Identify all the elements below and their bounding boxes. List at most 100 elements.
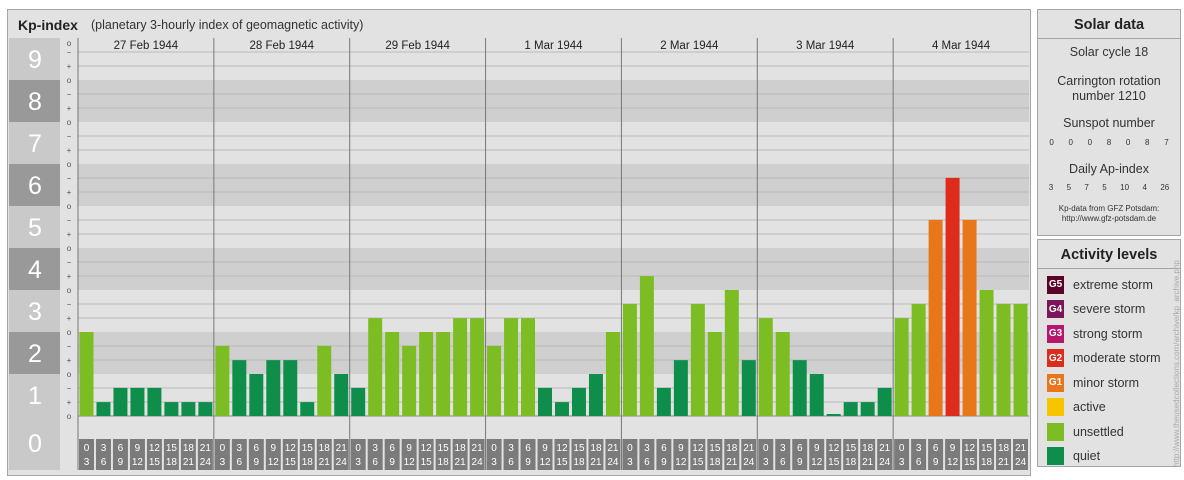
slot-label-start: 15 xyxy=(573,443,585,454)
slot-label-end: 3 xyxy=(355,457,361,468)
legend-item: active xyxy=(1047,398,1106,417)
slot-label-end: 15 xyxy=(964,457,976,468)
slot-label-end: 3 xyxy=(763,457,769,468)
minor-tick-label: + xyxy=(67,356,72,365)
y-tick-label: 7 xyxy=(28,130,42,158)
minor-tick-label: + xyxy=(67,146,72,155)
source-line1: Kp-data from GFZ Potsdam: xyxy=(1058,204,1160,213)
slot-label-end: 21 xyxy=(319,457,331,468)
slot-label-end: 12 xyxy=(947,457,959,468)
slot-label-start: 3 xyxy=(237,443,243,454)
y-tick-label: 3 xyxy=(28,298,42,326)
slot-label-end: 3 xyxy=(627,457,633,468)
slot-label-end: 3 xyxy=(220,457,226,468)
y-tick-label: 9 xyxy=(28,46,42,74)
minor-tick-label: o xyxy=(67,328,72,337)
ap-value: 5 xyxy=(1066,183,1072,192)
kp-bar xyxy=(571,387,586,416)
kp-bar xyxy=(826,414,841,416)
kp-bar xyxy=(113,387,128,416)
y-tick-label: 2 xyxy=(28,340,42,368)
kp-bar xyxy=(656,387,671,416)
slot-label-end: 9 xyxy=(389,457,395,468)
slot-label-end: 9 xyxy=(933,457,939,468)
legend-label: severe storm xyxy=(1073,302,1146,316)
slot-label-start: 15 xyxy=(845,443,857,454)
legend-item: unsettled xyxy=(1047,422,1124,441)
slot-label-start: 3 xyxy=(644,443,650,454)
slot-label-start: 21 xyxy=(743,443,755,454)
day-label: 28 Feb 1944 xyxy=(249,40,314,52)
slot-label-start: 9 xyxy=(406,443,412,454)
legend-label: strong storm xyxy=(1073,326,1143,341)
legend-label: unsettled xyxy=(1073,424,1124,439)
slot-label-end: 24 xyxy=(1015,457,1027,468)
activity-levels-panel: Activity levels G5 extreme storm G4 severe … xyxy=(1037,239,1181,467)
slot-label-start: 12 xyxy=(692,443,704,454)
sunspot-title: Sunspot number xyxy=(1063,116,1155,130)
slot-label-start: 0 xyxy=(355,443,361,454)
plot-band xyxy=(78,248,1029,290)
kp-bar xyxy=(232,360,247,416)
legend-item: G4 severe storm xyxy=(1047,300,1145,319)
legend-swatch: G1 xyxy=(1047,373,1064,392)
slot-label-start: 9 xyxy=(678,443,684,454)
slot-label-end: 6 xyxy=(780,457,786,468)
kp-bar xyxy=(164,402,179,416)
solar-data-title: Solar data xyxy=(1073,17,1145,33)
legend-item: G5 extreme storm xyxy=(1047,275,1153,294)
legend-label: quiet xyxy=(1073,449,1101,463)
kp-bar xyxy=(962,219,977,416)
minor-tick-label: + xyxy=(67,398,72,407)
slot-label-start: 6 xyxy=(389,443,395,454)
slot-label-start: 18 xyxy=(319,443,331,454)
slot-label-end: 6 xyxy=(916,457,922,468)
sunspot-value: 0 xyxy=(1087,138,1093,147)
slot-label-end: 9 xyxy=(661,457,667,468)
kp-bar xyxy=(724,290,739,416)
day-label: 3 Mar 1944 xyxy=(796,40,855,52)
plot-band xyxy=(78,164,1029,206)
slot-label-start: 9 xyxy=(950,443,956,454)
kp-bar xyxy=(351,387,366,416)
kp-bar xyxy=(775,332,790,416)
minor-tick-label: + xyxy=(67,314,72,323)
kp-bar xyxy=(588,374,603,416)
carrington-rotation-line2: number 1210 xyxy=(1072,89,1146,103)
slot-label-end: 12 xyxy=(811,457,823,468)
slot-label-end: 21 xyxy=(998,457,1010,468)
slot-label-end: 6 xyxy=(372,457,378,468)
minor-tick-label: − xyxy=(67,132,72,141)
kp-bar xyxy=(300,402,315,416)
sunspot-values: 0 0 0 8 0 8 7 xyxy=(1042,138,1176,147)
slot-label-end: 18 xyxy=(438,457,450,468)
kp-bar xyxy=(266,360,281,416)
kp-bar xyxy=(334,374,349,416)
slot-label-start: 18 xyxy=(726,443,738,454)
day-label: 27 Feb 1944 xyxy=(114,40,179,52)
legend-label: moderate storm xyxy=(1073,351,1161,365)
slot-label-end: 18 xyxy=(981,457,993,468)
legend-swatch: G5 xyxy=(1047,275,1064,294)
kp-bar xyxy=(368,318,383,416)
slot-label-end: 3 xyxy=(491,457,497,468)
kp-bar xyxy=(622,303,637,416)
day-label: 29 Feb 1944 xyxy=(385,40,450,52)
legend-swatch: G2 xyxy=(1047,349,1064,367)
minor-tick-label: o xyxy=(67,370,72,379)
slot-label-end: 24 xyxy=(743,457,755,468)
kp-bar xyxy=(419,332,434,416)
minor-tick-label: o xyxy=(67,160,72,169)
slot-label-end: 15 xyxy=(149,457,161,468)
kp-bar xyxy=(605,332,620,416)
slot-label-start: 15 xyxy=(438,443,450,454)
slot-label-start: 6 xyxy=(797,443,803,454)
kp-bar xyxy=(555,402,569,416)
divider xyxy=(1038,38,1180,39)
minor-tick-label: o xyxy=(67,244,72,253)
slot-label-start: 15 xyxy=(166,443,178,454)
legend-swatch: G4 xyxy=(1047,300,1064,318)
slot-label-start: 0 xyxy=(763,443,769,454)
slot-label-start: 18 xyxy=(998,443,1010,454)
kp-bar xyxy=(860,402,875,416)
